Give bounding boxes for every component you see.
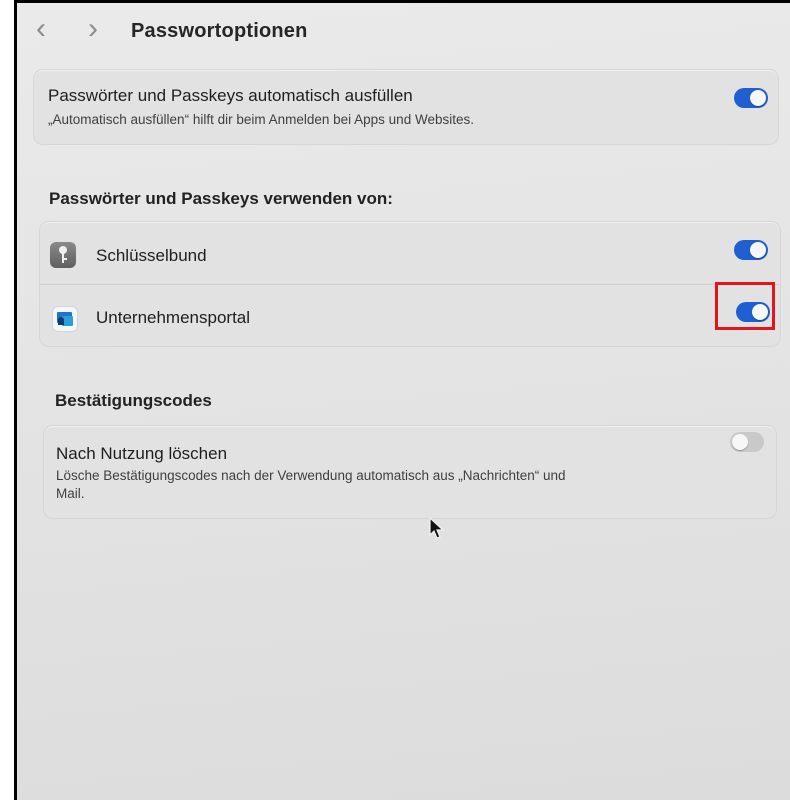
codes-title: Nach Nutzung löschen bbox=[56, 444, 228, 463]
row-divider bbox=[40, 284, 780, 285]
providers-heading: Passwörter und Passkeys verwenden von: bbox=[49, 189, 393, 208]
toolbar: ‹ › Passwortoptionen bbox=[17, 3, 790, 59]
autofill-title: Passwörter und Passkeys automatisch ausf… bbox=[48, 86, 413, 105]
keychain-icon bbox=[50, 242, 76, 268]
autofill-toggle[interactable] bbox=[734, 88, 768, 108]
highlight-box bbox=[715, 282, 775, 330]
toggle-knob bbox=[750, 90, 766, 106]
provider-label-company-portal: Unternehmensportal bbox=[96, 308, 251, 327]
provider-label-keychain: Schlüsselbund bbox=[96, 246, 207, 265]
delete-after-use-toggle[interactable] bbox=[730, 432, 764, 452]
keychain-toggle[interactable] bbox=[734, 240, 768, 260]
company-portal-icon bbox=[52, 306, 78, 332]
mouse-pointer-icon bbox=[429, 517, 445, 539]
autofill-card: Passwörter und Passkeys automatisch ausf… bbox=[33, 69, 779, 145]
providers-card: Schlüsselbund Unternehmensportal bbox=[39, 221, 781, 347]
settings-window: ‹ › Passwortoptionen Passwörter und Pass… bbox=[17, 3, 790, 800]
toggle-knob bbox=[750, 242, 766, 258]
autofill-subtitle: „Automatisch ausfüllen“ hilft dir beim A… bbox=[48, 112, 474, 127]
page-title: Passwortoptionen bbox=[131, 20, 308, 42]
toggle-knob bbox=[732, 434, 748, 450]
forward-chevron-icon[interactable]: › bbox=[83, 14, 103, 44]
codes-card: Nach Nutzung löschen Lösche Bestätigungs… bbox=[43, 425, 777, 519]
codes-subtitle-line2: Mail. bbox=[56, 486, 85, 501]
codes-heading: Bestätigungscodes bbox=[55, 391, 212, 410]
codes-subtitle-line1: Lösche Bestätigungscodes nach der Verwen… bbox=[56, 468, 566, 483]
back-chevron-icon[interactable]: ‹ bbox=[31, 14, 51, 44]
